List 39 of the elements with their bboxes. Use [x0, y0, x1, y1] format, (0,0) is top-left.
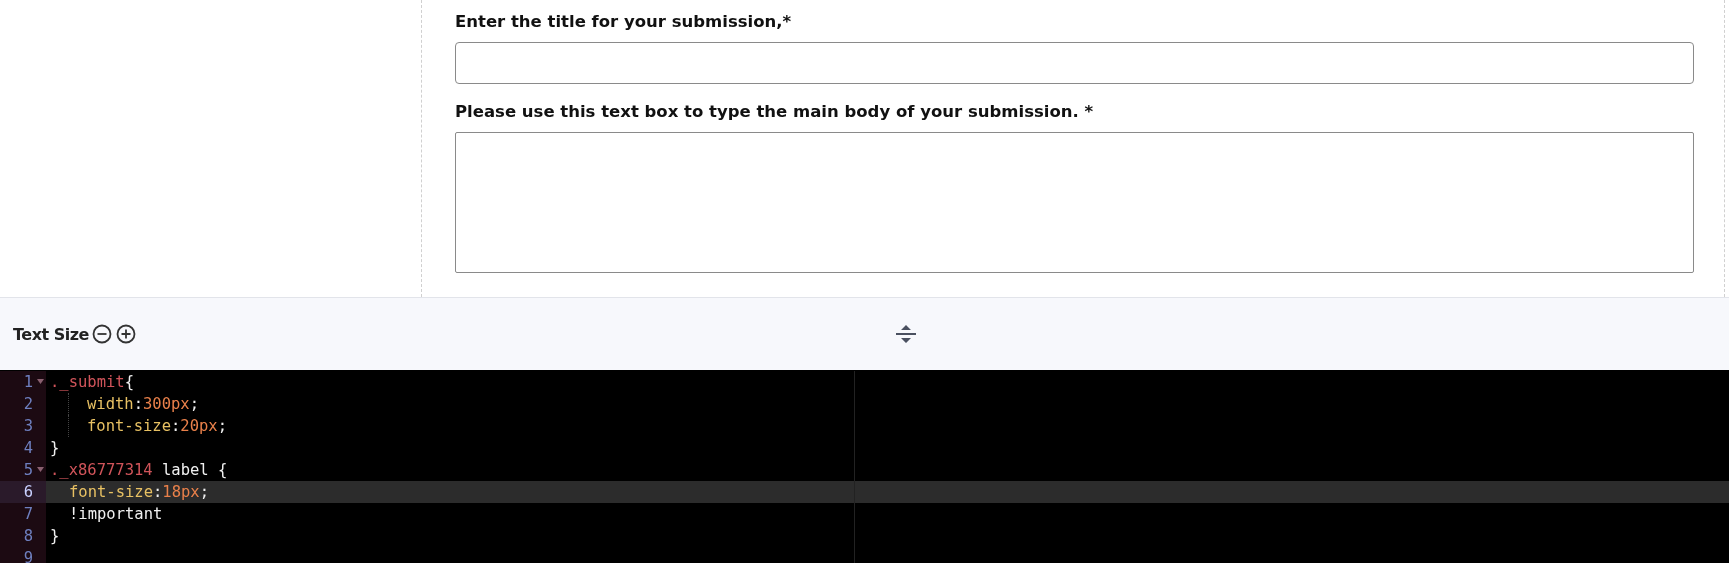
code-token: 20px — [180, 416, 218, 437]
code-token: ._x86777314 — [50, 460, 153, 481]
code-token: : — [133, 394, 143, 415]
code-token: } — [50, 438, 60, 459]
code-token: ._submit — [50, 372, 125, 393]
line-number: 5 — [23, 461, 33, 479]
increase-text-size-button[interactable] — [114, 323, 137, 345]
code-token: !important — [69, 504, 163, 525]
code-token: 18px — [162, 482, 200, 503]
line-number: 4 — [23, 439, 33, 457]
minus-circle-icon — [91, 324, 112, 344]
line-number: 8 — [23, 527, 33, 545]
decrease-text-size-button[interactable] — [90, 323, 113, 345]
code-token: ; — [199, 482, 209, 503]
fold-caret-icon[interactable] — [37, 467, 44, 472]
line-number: 2 — [23, 395, 33, 413]
code-token: font-size — [69, 482, 153, 503]
text-size-label: Text Size — [13, 324, 89, 344]
code-token: font-size — [87, 416, 171, 437]
code-token: } — [50, 526, 60, 547]
title-input[interactable] — [455, 42, 1694, 84]
code-token: : — [171, 416, 181, 437]
line-number: 9 — [23, 549, 33, 563]
code-token: ; — [189, 394, 200, 415]
line-number: 1 — [23, 373, 33, 391]
field-label: Enter the title for your submission,* — [455, 11, 793, 33]
code-token: 300px — [143, 394, 190, 415]
line-number: 7 — [23, 505, 33, 523]
field-label: Please use this text box to type the main body of your submission. * — [455, 101, 1095, 123]
code-token: ; — [217, 416, 227, 437]
line-number: 6 — [23, 483, 33, 501]
code-token: { — [124, 372, 134, 393]
line-number: 3 — [23, 417, 33, 435]
resize-handle-icon[interactable] — [895, 324, 918, 344]
code-token: : — [153, 482, 163, 503]
fold-caret-icon[interactable] — [37, 379, 44, 384]
plus-circle-icon — [115, 324, 136, 344]
code-token: label { — [161, 460, 228, 481]
code-token: width — [87, 394, 134, 415]
